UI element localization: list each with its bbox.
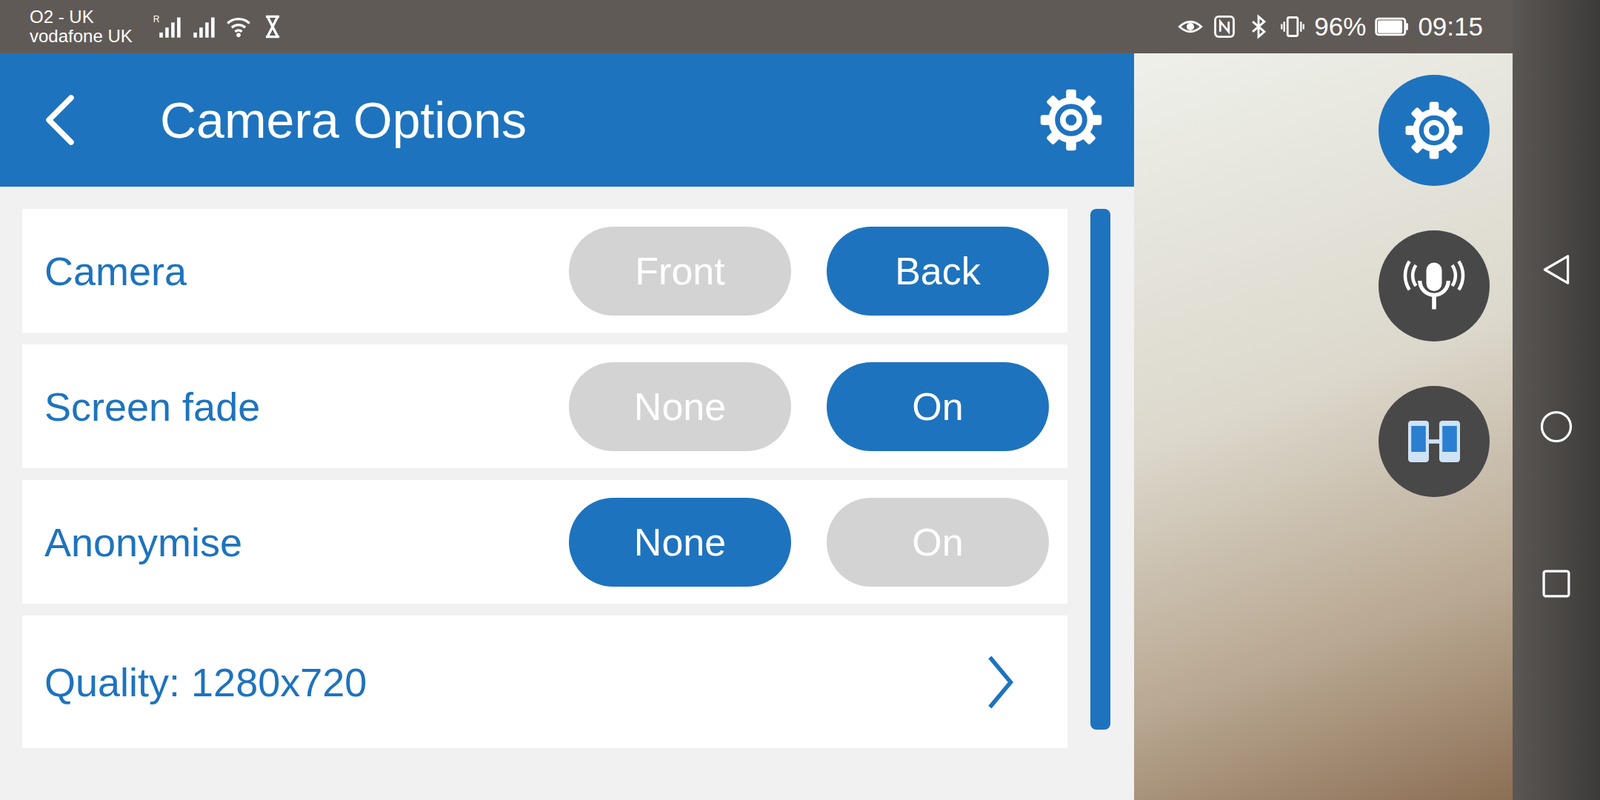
option-label: Quality: 1280x720 [44, 659, 367, 706]
choice-button[interactable]: None [568, 497, 792, 587]
app-header: Camera Options [0, 53, 1135, 187]
phone-screen: O2 - UKvodafone UK R 96% 09:15 Camera Option… [0, 0, 1600, 800]
nfc-icon [1211, 14, 1238, 40]
roaming-indicator: R [153, 14, 160, 25]
switch-device-icon [1402, 410, 1466, 473]
status-bar: O2 - UKvodafone UK R 96% 09:15 [0, 0, 1513, 54]
settings-button[interactable] [1378, 74, 1490, 186]
battery-percent: 96% [1314, 11, 1366, 42]
option-label: Anonymise [44, 519, 243, 566]
battery-icon [1374, 16, 1409, 38]
vibrate-icon [1280, 14, 1306, 40]
scrollbar[interactable] [1090, 208, 1111, 730]
options-panel: Camera Options Camera Front Back Screen fade… [0, 53, 1135, 800]
microphone-icon [1402, 254, 1466, 318]
option-row: Screen fade None On [22, 344, 1068, 469]
recents-square-icon[interactable] [1537, 564, 1576, 603]
carrier-names: O2 - UKvodafone UK [29, 7, 133, 47]
hourglass-icon [260, 14, 286, 40]
switch-device-button[interactable] [1378, 385, 1490, 498]
clock: 09:15 [1417, 11, 1483, 42]
choice-button[interactable]: Back [826, 226, 1049, 316]
back-triangle-icon[interactable] [1537, 250, 1576, 289]
choice-button[interactable]: None [568, 362, 792, 452]
home-circle-icon[interactable] [1537, 407, 1576, 446]
gear-icon[interactable] [1037, 86, 1105, 154]
option-row: Anonymise None On [22, 480, 1068, 604]
option-label: Screen fade [44, 383, 260, 430]
back-icon[interactable] [41, 90, 79, 150]
eye-icon [1177, 14, 1203, 40]
signal-icon [191, 14, 218, 40]
option-row[interactable]: Quality: 1280x720 [22, 615, 1068, 749]
option-row: Camera Front Back [22, 208, 1068, 333]
choice-button[interactable]: Front [568, 226, 792, 316]
bluetooth-icon [1245, 14, 1272, 40]
gear-icon [1402, 99, 1466, 162]
camera-preview [1134, 53, 1513, 800]
navigation-bar [1512, 0, 1600, 800]
carrier-name: O2 - UK [29, 7, 133, 27]
chevron-right-icon [982, 651, 1016, 714]
scrollbar-thumb[interactable] [1090, 208, 1111, 730]
option-toggle: None On [568, 497, 1049, 587]
signal-icon [157, 14, 183, 40]
choice-button[interactable]: On [826, 362, 1049, 452]
microphone-button[interactable] [1378, 230, 1490, 342]
option-toggle: None On [568, 362, 1049, 452]
option-label: Camera [44, 248, 187, 295]
options-list: CameraFrontBackScreen fadeNoneOnAnonymis… [22, 208, 1068, 749]
choice-button[interactable]: On [826, 497, 1049, 587]
header-title: Camera Options [160, 91, 1038, 149]
wifi-icon [225, 14, 252, 40]
option-toggle: Front Back [568, 226, 1049, 316]
carrier-name: vodafone UK [29, 26, 133, 46]
